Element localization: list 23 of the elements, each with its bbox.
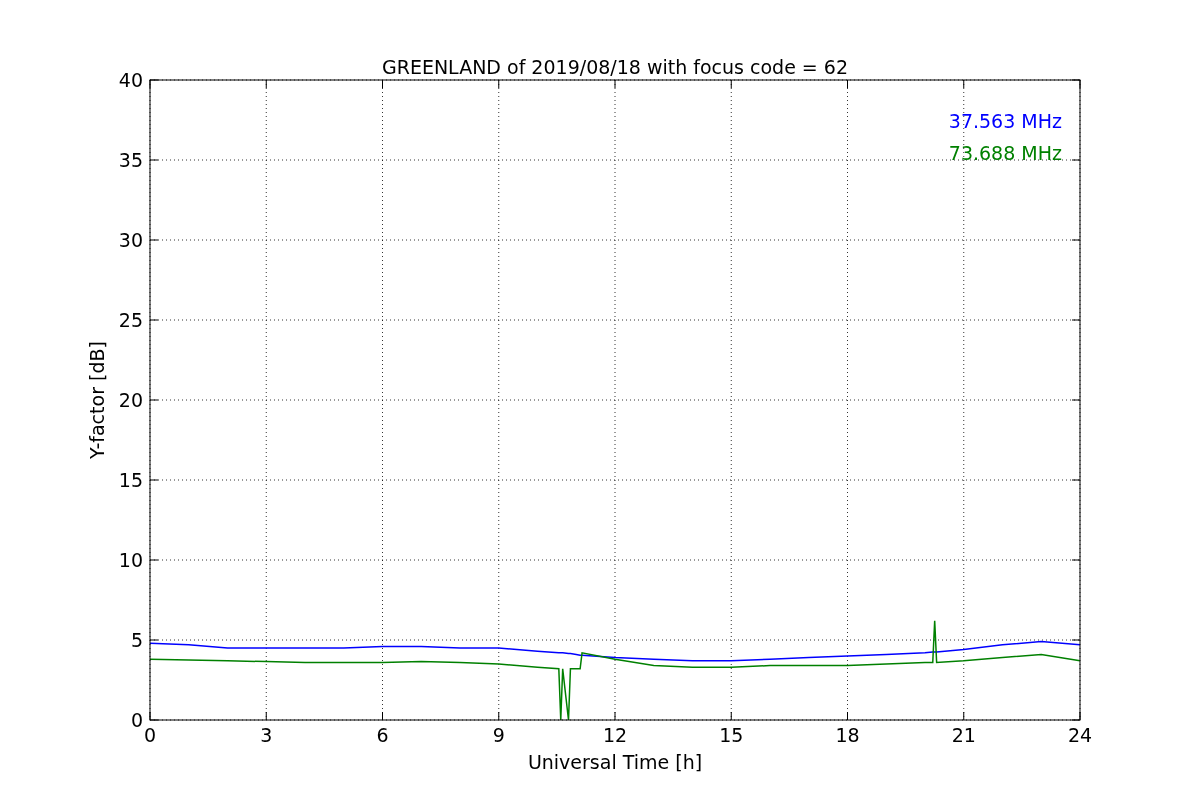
tick-label: 30 xyxy=(118,229,143,251)
tick-label: 35 xyxy=(118,149,143,171)
tick-label: 0 xyxy=(130,709,143,731)
tick-label: 20 xyxy=(118,389,143,411)
tick-label: 40 xyxy=(118,69,143,91)
tick-label: 3 xyxy=(260,724,273,746)
axis-label: Y-factor [dB] xyxy=(86,341,108,459)
chart-title: GREENLAND of 2019/08/18 with focus code = 62 xyxy=(382,56,848,78)
legend-label: 73.688 MHz xyxy=(948,142,1062,164)
tick-label: 5 xyxy=(130,629,143,651)
legend-label: 37.563 MHz xyxy=(948,110,1062,132)
tick-label: 21 xyxy=(951,724,976,746)
tick-label: 15 xyxy=(118,469,143,491)
tick-label: 12 xyxy=(602,724,628,746)
tick-label: 10 xyxy=(118,549,143,571)
axis-label: Universal Time [h] xyxy=(527,751,703,773)
tick-label: 0 xyxy=(143,724,157,746)
tick-label: 15 xyxy=(719,724,744,746)
tick-label: 25 xyxy=(118,309,143,331)
tick-label: 24 xyxy=(1067,724,1093,746)
tick-label: 6 xyxy=(376,724,389,746)
tick-label: 18 xyxy=(835,724,860,746)
tick-label: 9 xyxy=(492,724,505,746)
